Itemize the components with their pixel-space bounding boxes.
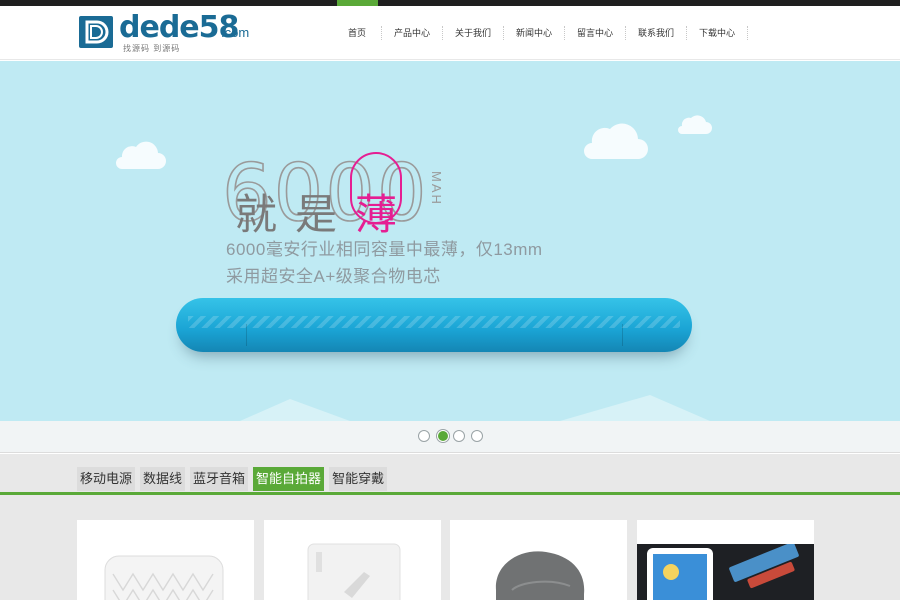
slide-dot-icon-active[interactable]: [437, 430, 449, 442]
nav-item-products[interactable]: 产品中心: [382, 22, 442, 44]
logo-domain-text: .com: [221, 25, 250, 40]
cloud-icon: [678, 115, 712, 134]
slide-dot-icon[interactable]: [453, 430, 465, 442]
banner-headline: 6000 就 是 薄 MAH: [221, 148, 482, 240]
cloud-icon: [584, 123, 648, 159]
product-thumbnail: [104, 555, 224, 600]
product-thumbnail: [495, 551, 585, 600]
slogan-char-highlight: 薄: [354, 191, 397, 238]
banner-decor-shape: [560, 395, 710, 421]
nav-separator: [747, 26, 748, 40]
main-nav: 首页 产品中心 关于我们 新闻中心 留言中心 联系我们 下载中心: [333, 22, 748, 44]
slider-pagination: [0, 421, 900, 453]
hero-banner[interactable]: 6000 就 是 薄 MAH 6000毫安行业相同容量中最薄，仅13mm 采用超…: [0, 61, 900, 421]
nav-item-guestbook[interactable]: 留言中心: [565, 22, 625, 44]
banner-slogan-chars: 就 是 薄: [226, 181, 406, 242]
nav-item-download[interactable]: 下载中心: [687, 22, 747, 44]
nav-item-news[interactable]: 新闻中心: [504, 22, 564, 44]
slide-dot-icon[interactable]: [471, 430, 483, 442]
capacity-unit: MAH: [429, 171, 444, 206]
tab-data-cable[interactable]: 数据线: [140, 467, 186, 491]
product-card[interactable]: [77, 520, 254, 600]
product-thumbnail: [307, 543, 401, 600]
logo-slogan: 找源码 到源码: [123, 44, 181, 53]
site-header: dede58 .com 找源码 到源码 首页 产品中心 关于我们 新闻中心 留言…: [0, 6, 900, 60]
product-card[interactable]: [637, 520, 814, 600]
product-card[interactable]: [450, 520, 627, 600]
product-section: 移动电源 数据线 蓝牙音箱 智能自拍器 智能穿戴: [0, 454, 900, 600]
nav-item-contact[interactable]: 联系我们: [626, 22, 686, 44]
cloud-icon: [116, 141, 166, 169]
logo-mark-icon: [79, 16, 113, 48]
banner-tagline-2: 采用超安全A+级聚合物电芯: [226, 267, 441, 286]
slogan-char: 是: [294, 191, 337, 238]
site-logo[interactable]: dede58 .com 找源码 到源码: [79, 10, 259, 54]
tab-selfie-device[interactable]: 智能自拍器: [253, 467, 325, 491]
tab-wearable[interactable]: 智能穿戴: [329, 467, 388, 491]
slide-dot-icon[interactable]: [418, 430, 430, 442]
product-card[interactable]: [264, 520, 441, 600]
powerbank-product-image: [176, 298, 692, 352]
slogan-char: 就: [234, 191, 277, 238]
product-category-tabs: 移动电源 数据线 蓝牙音箱 智能自拍器 智能穿戴: [77, 467, 392, 491]
product-thumbnail: [637, 544, 814, 600]
banner-decor-shape: [240, 399, 350, 421]
nav-item-about[interactable]: 关于我们: [443, 22, 503, 44]
tabs-underline: [0, 492, 900, 495]
tab-power-bank[interactable]: 移动电源: [77, 467, 136, 491]
banner-tagline-1: 6000毫安行业相同容量中最薄，仅13mm: [226, 240, 543, 259]
tab-bluetooth-speaker[interactable]: 蓝牙音箱: [190, 467, 249, 491]
nav-item-home[interactable]: 首页: [333, 22, 381, 44]
